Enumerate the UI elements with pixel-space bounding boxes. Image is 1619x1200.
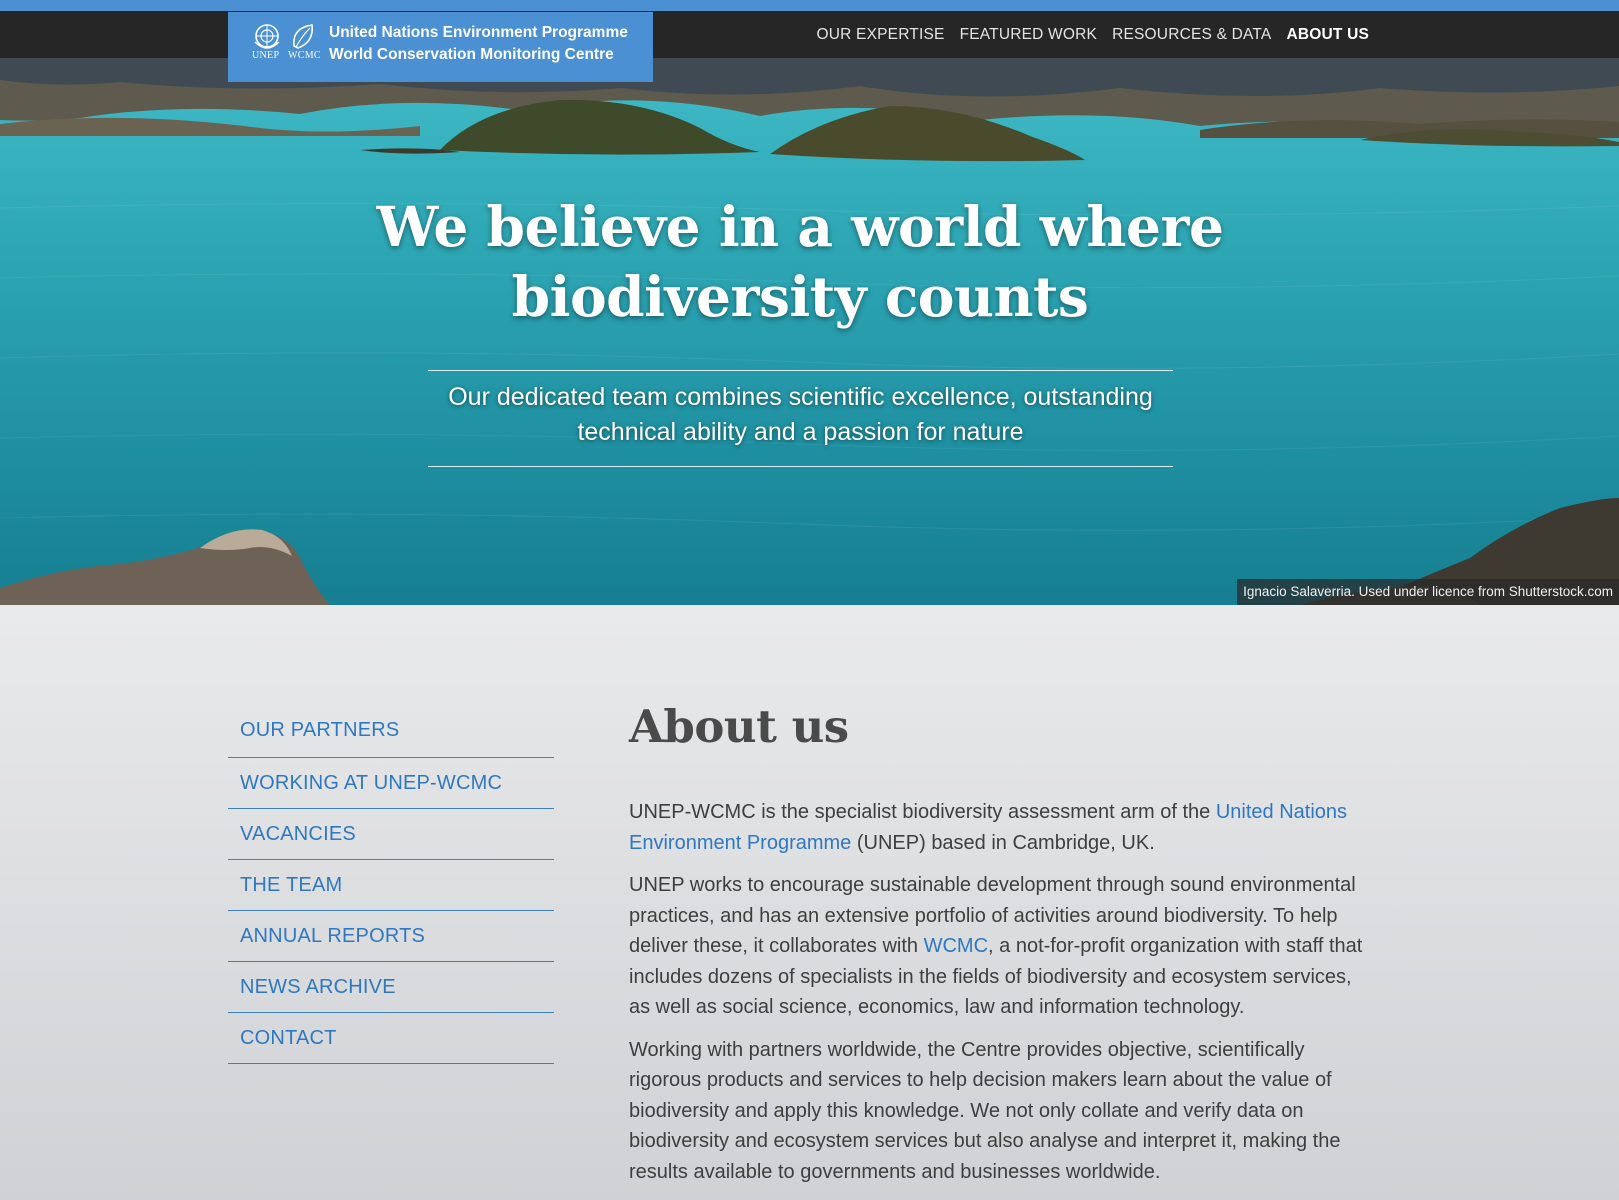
brand-line-1: United Nations Environment Programme <box>329 24 628 41</box>
sidebar-item-working-at[interactable]: WORKING AT UNEP-WCMC <box>228 758 554 809</box>
page-title: About us <box>629 700 849 753</box>
about-paragraph-1: UNEP-WCMC is the specialist biodiversity… <box>629 797 1374 858</box>
main-nav: OUR EXPERTISE FEATURED WORK RESOURCES & … <box>816 11 1369 58</box>
nav-featured-work[interactable]: FEATURED WORK <box>960 26 1098 44</box>
unep-abbr: UNEP <box>252 50 280 61</box>
wcmc-link[interactable]: WCMC <box>924 935 988 957</box>
sidebar-item-our-partners[interactable]: OUR PARTNERS <box>228 704 554 758</box>
hero-banner: We believe in a world where biodiversity… <box>0 58 1619 605</box>
sidebar-item-annual-reports[interactable]: ANNUAL REPORTS <box>228 911 554 962</box>
about-body: UNEP-WCMC is the specialist biodiversity… <box>629 797 1374 1199</box>
hero-subtitle-line-1: Our dedicated team combines scientific e… <box>448 383 1153 411</box>
nav-about-us[interactable]: ABOUT US <box>1286 26 1369 44</box>
hero-divider-top <box>428 370 1173 371</box>
nav-our-expertise[interactable]: OUR EXPERTISE <box>816 26 944 44</box>
about-paragraph-3: Working with partners worldwide, the Cen… <box>629 1038 1341 1183</box>
about-p1-text: UNEP-WCMC is the specialist biodiversity… <box>629 801 1216 823</box>
hero-subtitle: Our dedicated team combines scientific e… <box>420 380 1181 450</box>
hero-divider-bottom <box>428 466 1173 467</box>
site-logo[interactable]: UNEP WCMC United Nations Environment Pro… <box>228 12 653 82</box>
sidebar-item-the-team[interactable]: THE TEAM <box>228 860 554 911</box>
hero-headline: We believe in a world where biodiversity… <box>0 192 1600 332</box>
wcmc-abbr: WCMC <box>288 50 321 61</box>
about-p1-text-end: (UNEP) based in Cambridge, UK. <box>851 831 1155 854</box>
photo-credit: Ignacio Salaverria. Used under licence f… <box>1237 579 1619 605</box>
nav-resources-data[interactable]: RESOURCES & DATA <box>1112 26 1271 44</box>
hero-subtitle-line-2: technical ability and a passion for natu… <box>577 418 1024 446</box>
brand-line-2: World Conservation Monitoring Centre <box>329 46 614 63</box>
top-accent-stripe <box>0 0 1619 11</box>
sidebar-item-contact[interactable]: CONTACT <box>228 1013 554 1064</box>
about-paragraph-2: UNEP works to encourage sustainable deve… <box>629 870 1374 1023</box>
sidebar-item-news-archive[interactable]: NEWS ARCHIVE <box>228 962 554 1013</box>
hero-headline-line-2: biodiversity counts <box>511 264 1089 329</box>
hero-headline-line-1: We believe in a world where <box>376 194 1224 259</box>
section-sidebar: OUR PARTNERS WORKING AT UNEP-WCMC VACANC… <box>228 704 554 1064</box>
sidebar-item-vacancies[interactable]: VACANCIES <box>228 809 554 860</box>
